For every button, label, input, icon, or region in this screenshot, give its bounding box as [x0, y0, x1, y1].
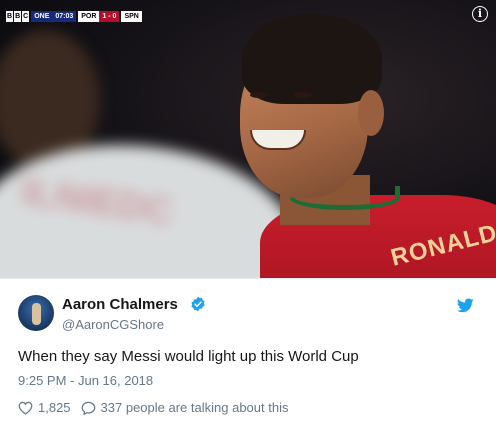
player-ear [358, 90, 384, 136]
channel-letter: B [14, 10, 22, 22]
broadcast-scoreboard: B B C ONE 07:03 POR 1 - 0 SPN [6, 10, 142, 22]
twitter-bird-icon[interactable] [457, 298, 474, 313]
tweet-text: When they say Messi would light up this … [18, 348, 359, 365]
channel-letter: B [6, 10, 14, 22]
home-team: POR [78, 10, 100, 22]
comment-bubble-icon[interactable] [81, 401, 96, 415]
heart-icon[interactable] [18, 401, 33, 415]
channel-logo: B B C [6, 10, 30, 22]
tweet-card: ILNIEDC RONALD B B C ONE 07:03 POR 1 - 0 [0, 0, 496, 425]
smiling-player: RONALD [220, 0, 496, 278]
match-score: 1 - 0 [99, 10, 120, 22]
away-team: SPN [121, 10, 142, 22]
player-eye-right [294, 92, 312, 98]
info-icon[interactable]: i [472, 6, 488, 22]
tweet-actions: 1,825 337 people are talking about this [18, 400, 288, 415]
like-count[interactable]: 1,825 [38, 400, 71, 415]
player-hair [242, 14, 382, 104]
channel-letter: C [22, 10, 30, 22]
avatar[interactable] [18, 295, 54, 331]
avatar-figure [32, 303, 41, 325]
channel-suffix: ONE [31, 10, 53, 22]
match-clock: 07:03 [52, 10, 77, 22]
author-handle[interactable]: @AaronCGShore [62, 317, 164, 332]
tweet-body: Aaron Chalmers @AaronCGShore When they s… [0, 278, 496, 425]
verified-badge-icon [191, 296, 205, 312]
blurred-foreground-player: ILNIEDC [0, 30, 300, 278]
player-eye-left [250, 92, 268, 98]
replies-link[interactable]: 337 people are talking about this [101, 400, 289, 415]
author-name[interactable]: Aaron Chalmers [62, 296, 178, 313]
tweet-timestamp[interactable]: 9:25 PM - Jun 16, 2018 [18, 373, 153, 388]
tweet-photo[interactable]: ILNIEDC RONALD B B C ONE 07:03 POR 1 - 0 [0, 0, 496, 278]
